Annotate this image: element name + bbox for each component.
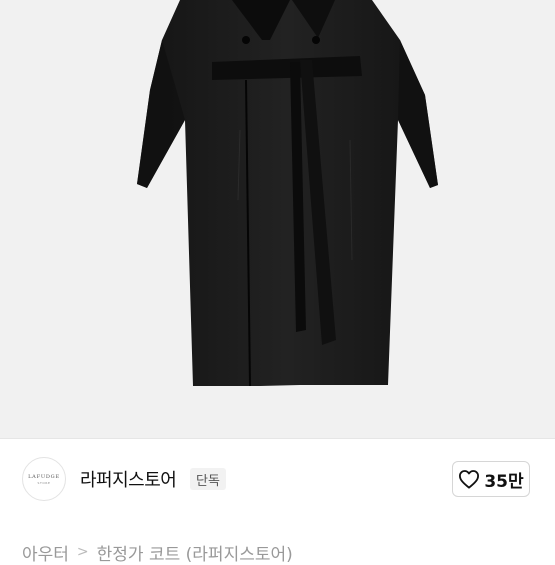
breadcrumb-category[interactable]: 아우터 — [22, 540, 69, 565]
breadcrumb-separator: > — [76, 544, 89, 560]
coat-illustration — [137, 0, 438, 387]
store-logo-subtext: STORE — [37, 480, 51, 485]
store-logo-text: LAFUDGE — [28, 473, 60, 480]
store-logo[interactable]: LAFUDGE STORE — [22, 457, 66, 501]
like-count: 35만 — [484, 471, 524, 492]
product-image[interactable] — [0, 0, 555, 438]
divider — [0, 438, 555, 439]
store-name[interactable]: 라퍼지스토어 — [80, 466, 177, 492]
exclusive-badge: 단독 — [190, 468, 226, 490]
seller-row: LAFUDGE STORE 라퍼지스토어 단독 35만 — [0, 452, 555, 508]
product-title: 한정가 코트 (라퍼지스토어) — [96, 544, 293, 565]
like-button[interactable]: 35만 — [452, 461, 530, 497]
heart-outline-icon — [459, 470, 480, 489]
breadcrumb: 아우터 > 한정가 코트 (라퍼지스토어) — [22, 540, 555, 565]
